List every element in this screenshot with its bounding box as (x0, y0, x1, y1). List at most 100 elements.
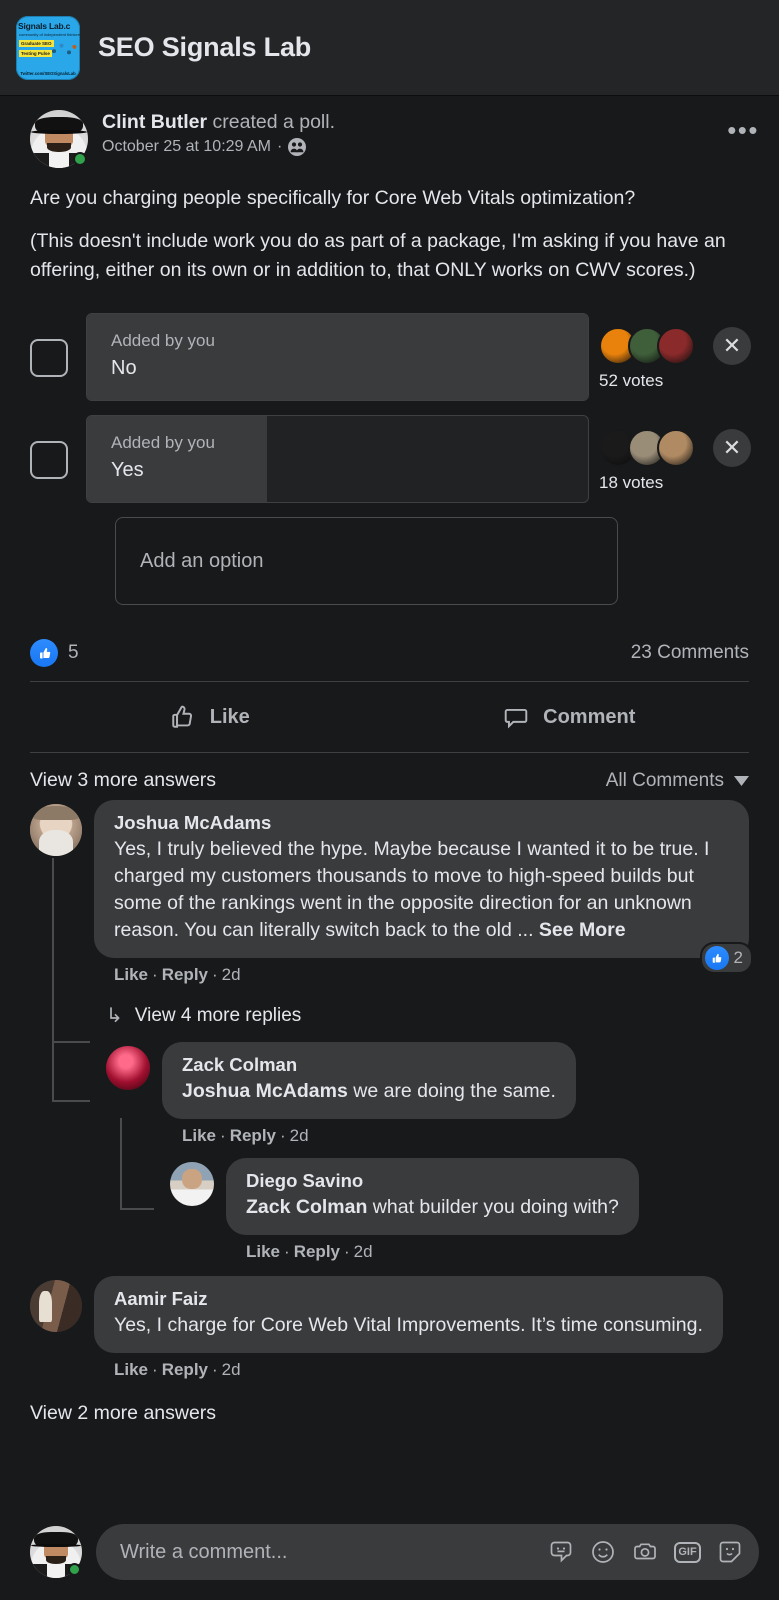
post-timestamp-row: October 25 at 10:29 AM · (102, 138, 723, 156)
thumbs-up-outline-icon (172, 705, 192, 728)
camera-icon[interactable] (632, 1539, 658, 1565)
group-header: Signals Lab.c community of independent t… (0, 0, 779, 96)
composer-icon-row: GIF (548, 1539, 743, 1565)
comment-text: Yes, I truly believed the hype. Maybe be… (114, 836, 729, 944)
comment-reaction-chip[interactable]: 2 (699, 942, 753, 974)
comment-author-avatar[interactable] (170, 1162, 214, 1206)
comment-reply-action[interactable]: Reply (294, 1242, 340, 1261)
comment-author-avatar[interactable] (30, 804, 82, 856)
comment-body: Zack Colman Joshua McAdams we are doing … (162, 1042, 749, 1146)
reply-arrow-icon: ↳ (106, 1005, 123, 1027)
poll-details: (This doesn't include work you do as par… (30, 230, 726, 281)
post-timestamp[interactable]: October 25 at 10:29 AM (102, 138, 271, 156)
comment-bubble: Aamir Faiz Yes, I charge for Core Web Vi… (94, 1276, 723, 1353)
comment-like-action[interactable]: Like (114, 1360, 148, 1379)
logo-artwork (48, 37, 78, 60)
comment-like-action[interactable]: Like (114, 965, 148, 984)
logo-subtitle-text: community of independent thinkers (19, 31, 80, 37)
comment-time: 2d (353, 1242, 373, 1261)
comment-author-avatar[interactable] (30, 1280, 82, 1332)
poll-option-right: 52 votes ✕ (599, 313, 751, 391)
poll-remove-option-icon[interactable]: ✕ (713, 327, 751, 365)
poll-remove-option-icon[interactable]: ✕ (713, 429, 751, 467)
comment-bubble: Diego Savino Zack Colman what builder yo… (226, 1158, 639, 1235)
thread-line-elbow (52, 1041, 90, 1043)
comments-sort-label: All Comments (605, 769, 724, 791)
comment-input[interactable] (120, 1540, 548, 1564)
poll-option-bar-yes[interactable]: Added by you Yes (86, 415, 589, 503)
comment-mention[interactable]: Joshua McAdams (182, 1080, 348, 1102)
sticker-icon[interactable] (717, 1539, 743, 1565)
view-more-answers-bottom[interactable]: View 2 more answers (30, 1402, 749, 1425)
comment-time: 2d (221, 965, 241, 984)
poll-option-addedby: Added by you (111, 433, 215, 452)
page-root: Signals Lab.c community of independent t… (0, 0, 779, 1600)
comment-thread: Joshua McAdams Yes, I truly believed the… (0, 800, 779, 1425)
comment-input-wrapper[interactable]: GIF (96, 1524, 759, 1580)
thread-line-elbow-2 (52, 1100, 90, 1102)
group-logo[interactable]: Signals Lab.c community of independent t… (16, 15, 80, 80)
poll-votes-count: 52 votes (599, 371, 664, 390)
online-status-dot (68, 1563, 81, 1576)
comment-reply-action[interactable]: Reply (162, 1360, 208, 1379)
comment-item: Joshua McAdams Yes, I truly believed the… (30, 800, 753, 985)
comment-mention[interactable]: Zack Colman (246, 1196, 367, 1218)
reaction-summary-left[interactable]: 5 (30, 639, 79, 667)
comment-author-name[interactable]: Aamir Faiz (114, 1286, 703, 1312)
comment-body: Diego Savino Zack Colman what builder yo… (226, 1158, 749, 1262)
like-button-label: Like (209, 705, 250, 728)
online-status-dot (73, 152, 87, 166)
post-header: Clint Butler created a poll. October 25 … (0, 96, 779, 168)
comment-bubble-icon (504, 708, 528, 729)
post-author-name[interactable]: Clint Butler (102, 111, 207, 133)
poll-voters[interactable]: 18 votes (599, 415, 707, 493)
comment-time: 2d (289, 1126, 309, 1145)
poll-option-checkbox-no[interactable] (30, 339, 68, 377)
comment-author-name[interactable]: Zack Colman (182, 1052, 556, 1078)
like-button[interactable]: Like (30, 694, 390, 740)
comments-header: View 3 more answers All Comments (0, 753, 779, 800)
comment-button[interactable]: Comment (390, 694, 750, 740)
gif-icon[interactable]: GIF (674, 1541, 701, 1563)
poll-option-row: Added by you No 52 votes ✕ (30, 313, 751, 401)
comment-time: 2d (221, 1360, 241, 1379)
poll-option-bar-no[interactable]: Added by you No (86, 313, 589, 401)
thumbs-up-icon (30, 639, 58, 667)
logo-footer-text: Twitter.com/SEOSignalsLab (20, 70, 76, 76)
post-container: Clint Butler created a poll. October 25 … (0, 96, 779, 1425)
comment-reply-action[interactable]: Reply (230, 1126, 276, 1145)
sticker-avatar-icon[interactable] (548, 1539, 574, 1565)
emoji-icon[interactable] (590, 1539, 616, 1565)
comment-author-name[interactable]: Diego Savino (246, 1168, 619, 1194)
post-author-avatar[interactable] (30, 110, 88, 168)
group-title: SEO Signals Lab (98, 32, 312, 62)
view-more-answers-top[interactable]: View 3 more answers (30, 769, 216, 792)
comment-reply-item: Diego Savino Zack Colman what builder yo… (170, 1158, 749, 1262)
comment-author-name[interactable]: Joshua McAdams (114, 810, 729, 836)
comment-like-action[interactable]: Like (182, 1126, 216, 1145)
comment-author-avatar[interactable] (106, 1046, 150, 1090)
voter-avatar (657, 327, 695, 365)
post-meta: Clint Butler created a poll. October 25 … (102, 110, 723, 156)
logo-title-text: Signals Lab.c (18, 20, 71, 31)
post-reaction-summary: 5 23 Comments (0, 605, 779, 681)
poll-votes-count: 18 votes (599, 473, 664, 492)
add-poll-option-button[interactable]: Add an option (115, 517, 618, 605)
group-audience-icon (288, 138, 307, 156)
poll-option-checkbox-yes[interactable] (30, 441, 68, 479)
thread-line-elbow-3 (120, 1208, 154, 1210)
view-more-replies[interactable]: ↳ View 4 more replies (106, 1003, 749, 1028)
comment-bubble: Zack Colman Joshua McAdams we are doing … (162, 1042, 576, 1119)
more-options-icon[interactable]: ••• (723, 116, 763, 144)
comment-like-action[interactable]: Like (246, 1242, 280, 1261)
comment-reply-action[interactable]: Reply (162, 965, 208, 984)
see-more-link[interactable]: See More (539, 919, 626, 941)
comment-text-body: what builder you doing with? (367, 1196, 619, 1218)
comments-sort-dropdown[interactable]: All Comments (606, 770, 749, 792)
reaction-count: 5 (68, 642, 79, 663)
post-author-line: Clint Butler created a poll. (102, 110, 723, 134)
composer-user-avatar[interactable] (30, 1526, 82, 1578)
comment-count[interactable]: 23 Comments (631, 642, 749, 664)
poll-voters[interactable]: 52 votes (599, 313, 707, 391)
poll-option-row: Added by you Yes 18 votes ✕ (30, 415, 751, 503)
